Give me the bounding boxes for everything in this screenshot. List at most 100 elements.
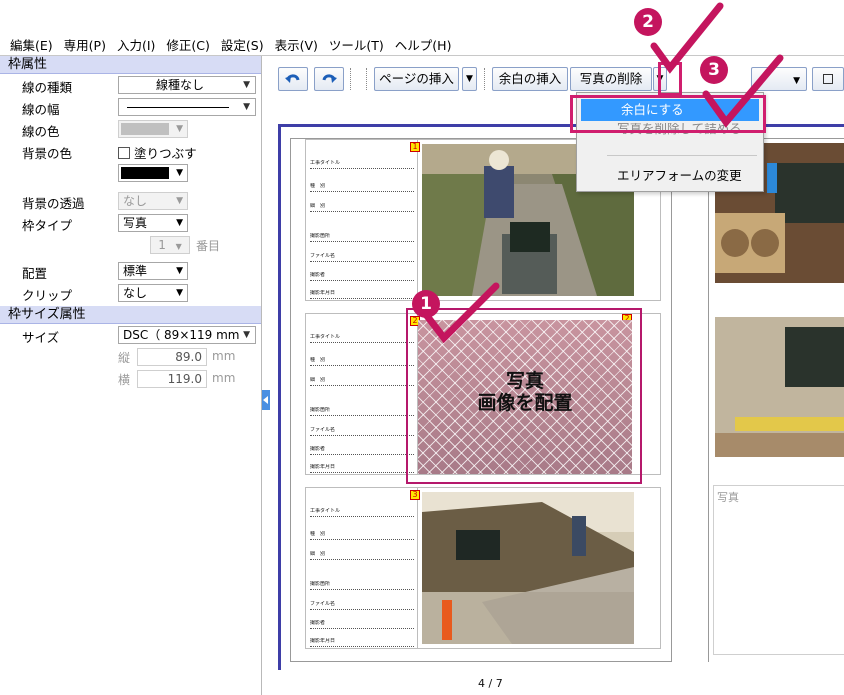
chevron-down-icon: ▼ xyxy=(176,266,183,276)
clip-select[interactable]: なし ▼ xyxy=(118,284,188,302)
layout-label: 配置 xyxy=(22,266,48,281)
menu-special[interactable]: 専用(P) xyxy=(60,35,113,54)
width-field[interactable]: 119.0 xyxy=(137,370,207,388)
fill-label: 塗りつぶす xyxy=(134,146,197,161)
menu-tools[interactable]: ツール(T) xyxy=(325,35,391,54)
info-row: 工事タイトル xyxy=(310,160,414,169)
info-row: ファイル名 xyxy=(310,601,414,610)
line-color-select[interactable]: ▼ xyxy=(118,120,188,138)
index-row: 1 ▼ 番目 xyxy=(0,234,261,256)
page-indicator: 4 / 7 xyxy=(478,677,503,690)
panel-collapse-toggle[interactable] xyxy=(262,390,270,410)
insert-blank-button[interactable]: 余白の挿入 xyxy=(492,67,568,91)
info-row: 細 別 xyxy=(310,203,414,212)
frame-type-label: 枠タイプ xyxy=(22,218,73,233)
menu-item-change-area-form[interactable]: エリアフォームの変更 xyxy=(577,165,763,187)
info-row: 撮影箇所 xyxy=(310,407,414,416)
color-swatch-gray xyxy=(121,123,169,135)
layout-select[interactable]: 標準 ▼ xyxy=(118,262,188,280)
info-row: 種 別 xyxy=(310,357,414,366)
redo-icon xyxy=(322,74,337,83)
clip-value: なし xyxy=(123,286,148,300)
height-label: 縦 xyxy=(118,351,131,365)
line-color-row: 線の色 ▼ xyxy=(0,118,261,140)
page-right: 写真 xyxy=(708,138,844,662)
info-row: 撮影者 xyxy=(310,446,414,455)
toolbar-separator xyxy=(484,68,485,90)
undo-button[interactable] xyxy=(278,67,308,91)
overlay-label: 写真 画像を配置 xyxy=(418,370,632,414)
layout-row: 配置 標準 ▼ xyxy=(0,260,261,282)
info-row: 撮影者 xyxy=(310,620,414,629)
fill-checkbox-wrap[interactable]: 塗りつぶす xyxy=(118,143,197,162)
chevron-down-icon: ▼ xyxy=(793,76,800,86)
frame-type-value: 写真 xyxy=(123,216,148,230)
info-row: 種 別 xyxy=(310,183,414,192)
frame-props-header: 枠属性 xyxy=(0,56,261,74)
layout-value: 標準 xyxy=(123,264,148,278)
toolbar-overflow-button[interactable] xyxy=(812,67,844,91)
index-select[interactable]: 1 ▼ xyxy=(150,236,190,254)
menu-settings[interactable]: 設定(S) xyxy=(217,35,271,54)
property-panel: 枠属性 線の種類 線種なし ▼ 線の幅 ▼ 線の色 ▼ 背景の色 塗りつぶす ▼ xyxy=(0,56,262,695)
menu-view[interactable]: 表示(V) xyxy=(271,35,325,54)
line-width-label: 線の幅 xyxy=(22,102,60,117)
info-row: 工事タイトル xyxy=(310,508,414,517)
overlay-label-line2: 画像を配置 xyxy=(477,392,573,414)
size-row: サイズ DSC（ 89×119 mm ▼ xyxy=(0,324,261,346)
menu-help[interactable]: ヘルプ(H) xyxy=(391,35,459,54)
insert-page-dropdown[interactable]: ▼ xyxy=(462,67,477,91)
info-row: 撮影箇所 xyxy=(310,233,414,242)
chevron-down-icon: ▼ xyxy=(243,330,250,340)
overlay-label-line1: 写真 xyxy=(505,370,544,392)
line-sample xyxy=(127,107,229,108)
height-unit: mm xyxy=(212,349,236,363)
info-row: 細 別 xyxy=(310,551,414,560)
photo-slot-3[interactable]: 工事タイトル 種 別 細 別 撮影箇所 ファイル名 撮影者 撮影年月日 3 xyxy=(305,487,661,649)
toolbar-separator xyxy=(350,68,351,90)
index-value: 1 xyxy=(158,238,166,252)
clip-label: クリップ xyxy=(22,288,73,303)
width-row: 横 119.0 mm xyxy=(0,368,261,390)
info-table: 工事タイトル 種 別 細 別 撮影箇所 ファイル名 撮影者 撮影年月日 xyxy=(306,140,418,300)
info-table: 工事タイトル 種 別 細 別 撮影箇所 ファイル名 撮影者 撮影年月日 xyxy=(306,488,418,648)
size-select[interactable]: DSC（ 89×119 mm ▼ xyxy=(118,326,256,344)
redo-button[interactable] xyxy=(314,67,344,91)
frame-type-select[interactable]: 写真 ▼ xyxy=(118,214,188,232)
site-photo xyxy=(422,492,634,644)
info-row: 細 別 xyxy=(310,377,414,386)
line-type-select[interactable]: 線種なし ▼ xyxy=(118,76,256,94)
empty-photo-slot[interactable] xyxy=(713,485,844,655)
frame-type-row: 枠タイプ 写真 ▼ xyxy=(0,212,261,234)
menu-modify[interactable]: 修正(C) xyxy=(162,35,216,54)
step-badge-3: 3 xyxy=(700,56,728,84)
color-swatch-black xyxy=(121,167,169,179)
line-width-select[interactable]: ▼ xyxy=(118,98,256,116)
toolbar-separator xyxy=(366,68,367,90)
chevron-down-icon: ▼ xyxy=(176,168,183,178)
insert-page-button[interactable]: ページの挿入 xyxy=(374,67,459,91)
menu-input[interactable]: 入力(I) xyxy=(113,35,162,54)
size-props-header: 枠サイズ属性 xyxy=(0,306,261,324)
info-row: 撮影者 xyxy=(310,272,414,281)
width-label: 横 xyxy=(118,373,131,387)
chevron-down-icon: ▼ xyxy=(176,124,183,134)
info-row: 工事タイトル xyxy=(310,334,414,343)
size-label: サイズ xyxy=(22,330,60,345)
chevron-down-icon: ▼ xyxy=(176,218,183,228)
checkbox-icon xyxy=(823,74,833,84)
undo-icon xyxy=(285,74,300,83)
menu-edit[interactable]: 編集(E) xyxy=(6,35,60,54)
bg-color-select[interactable]: ▼ xyxy=(118,164,188,182)
width-unit: mm xyxy=(212,371,236,385)
height-field[interactable]: 89.0 xyxy=(137,348,207,366)
line-type-row: 線の種類 線種なし ▼ xyxy=(0,74,261,96)
fill-checkbox[interactable] xyxy=(118,146,130,159)
clip-row: クリップ なし ▼ xyxy=(0,282,261,304)
bg-color-label: 背景の色 xyxy=(22,146,73,161)
bg-transparency-label: 背景の透過 xyxy=(22,196,85,211)
bg-transparency-select[interactable]: なし ▼ xyxy=(118,192,188,210)
info-row: 撮影箇所 xyxy=(310,581,414,590)
height-row: 縦 89.0 mm xyxy=(0,346,261,368)
bg-color-row: 背景の色 塗りつぶす xyxy=(0,140,261,162)
